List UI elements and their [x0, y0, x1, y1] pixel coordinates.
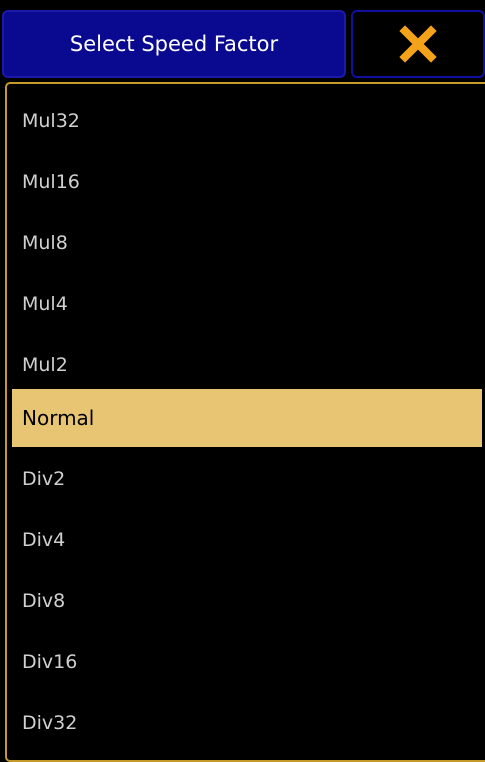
list-item-label: Div8 [22, 590, 66, 612]
list-item-mul16[interactable]: Mul16 [12, 153, 482, 211]
dialog-title: Select Speed Factor [69, 32, 279, 56]
list-item-label: Mul16 [22, 171, 80, 193]
dialog-title-button: Select Speed Factor [2, 10, 346, 78]
list-item-label: Div4 [22, 529, 66, 551]
list-item-mul32[interactable]: Mul32 [12, 92, 482, 150]
speed-factor-list[interactable]: Mul32 Mul16 Mul8 Mul4 Mul2 Normal Div2 D… [5, 82, 485, 762]
list-item-mul2[interactable]: Mul2 [12, 336, 482, 394]
list-item-mul4[interactable]: Mul4 [12, 275, 482, 333]
close-button[interactable] [351, 10, 485, 78]
list-item-label: Normal [22, 406, 95, 430]
list-item-label: Mul4 [22, 293, 68, 315]
list-item-div4[interactable]: Div4 [12, 511, 482, 569]
list-item-normal[interactable]: Normal [12, 389, 482, 447]
list-item-div16[interactable]: Div16 [12, 633, 482, 691]
list-item-label: Mul32 [22, 110, 80, 132]
list-item-div8[interactable]: Div8 [12, 572, 482, 630]
list-item-div2[interactable]: Div2 [12, 450, 482, 508]
list-item-mul8[interactable]: Mul8 [12, 214, 482, 272]
list-item-label: Mul8 [22, 232, 68, 254]
list-item-label: Div2 [22, 468, 66, 490]
list-item-div32[interactable]: Div32 [12, 694, 482, 752]
close-x-icon [399, 25, 437, 63]
list-item-label: Mul2 [22, 354, 68, 376]
list-item-label: Div32 [22, 712, 78, 734]
list-item-label: Div16 [22, 651, 78, 673]
